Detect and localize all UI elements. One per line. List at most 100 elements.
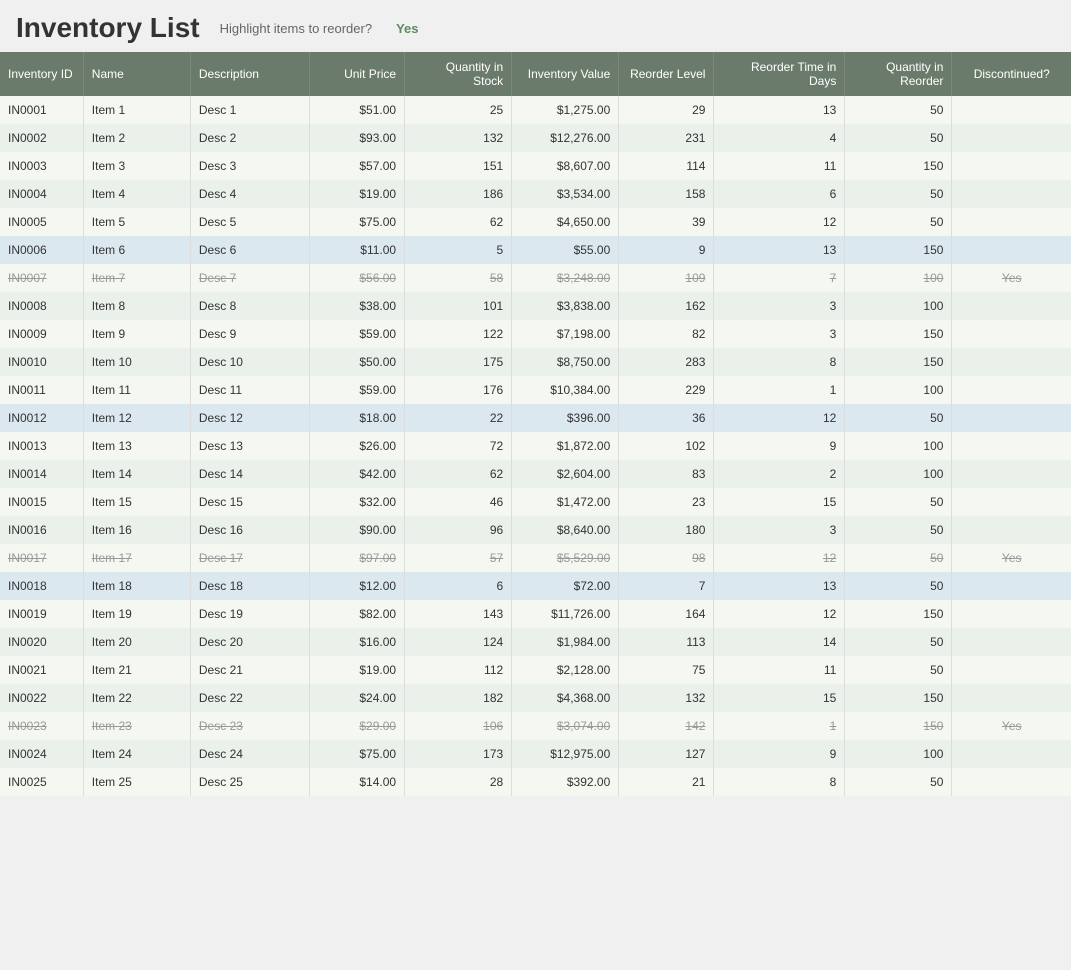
table-cell: $51.00 <box>309 96 404 124</box>
table-row: IN0003Item 3Desc 3$57.00151$8,607.001141… <box>0 152 1071 180</box>
table-cell: Item 20 <box>83 628 190 656</box>
table-cell: Item 1 <box>83 96 190 124</box>
table-cell: Desc 11 <box>190 376 309 404</box>
table-cell: $32.00 <box>309 488 404 516</box>
table-cell: 127 <box>619 740 714 768</box>
table-cell: 22 <box>405 404 512 432</box>
table-cell: Desc 17 <box>190 544 309 572</box>
table-cell: $4,650.00 <box>512 208 619 236</box>
table-cell: 112 <box>405 656 512 684</box>
table-cell: 283 <box>619 348 714 376</box>
table-cell: Item 23 <box>83 712 190 740</box>
table-cell: 100 <box>845 292 952 320</box>
table-cell: IN0024 <box>0 740 83 768</box>
table-cell: $396.00 <box>512 404 619 432</box>
table-cell: $12.00 <box>309 572 404 600</box>
table-cell: 50 <box>845 516 952 544</box>
table-row: IN0010Item 10Desc 10$50.00175$8,750.0028… <box>0 348 1071 376</box>
table-cell: Item 6 <box>83 236 190 264</box>
table-cell: IN0012 <box>0 404 83 432</box>
table-cell: 14 <box>714 628 845 656</box>
table-cell: IN0020 <box>0 628 83 656</box>
table-cell: 98 <box>619 544 714 572</box>
table-cell <box>952 740 1071 768</box>
table-cell: IN0017 <box>0 544 83 572</box>
table-container: Inventory ID Name Description Unit Price… <box>0 52 1071 796</box>
table-cell: IN0003 <box>0 152 83 180</box>
table-cell: IN0019 <box>0 600 83 628</box>
table-cell: $50.00 <box>309 348 404 376</box>
table-cell: Item 2 <box>83 124 190 152</box>
table-cell: 3 <box>714 516 845 544</box>
table-cell: Yes <box>952 264 1071 292</box>
table-cell: Desc 4 <box>190 180 309 208</box>
table-cell: Desc 10 <box>190 348 309 376</box>
table-cell: 102 <box>619 432 714 460</box>
table-cell <box>952 768 1071 796</box>
table-cell: $7,198.00 <box>512 320 619 348</box>
table-row: IN0004Item 4Desc 4$19.00186$3,534.001586… <box>0 180 1071 208</box>
table-cell: 23 <box>619 488 714 516</box>
inventory-table: Inventory ID Name Description Unit Price… <box>0 52 1071 796</box>
table-cell: Desc 19 <box>190 600 309 628</box>
table-cell: Item 19 <box>83 600 190 628</box>
table-cell <box>952 572 1071 600</box>
table-cell: 6 <box>714 180 845 208</box>
table-cell: 9 <box>619 236 714 264</box>
table-cell: 50 <box>845 572 952 600</box>
table-cell: 3 <box>714 320 845 348</box>
table-cell: $8,607.00 <box>512 152 619 180</box>
table-cell: Item 11 <box>83 376 190 404</box>
table-cell: 100 <box>845 264 952 292</box>
table-row: IN0006Item 6Desc 6$11.005$55.00913150 <box>0 236 1071 264</box>
table-cell: 50 <box>845 656 952 684</box>
table-cell: Item 18 <box>83 572 190 600</box>
table-cell: $42.00 <box>309 460 404 488</box>
col-header-reorder-level: Reorder Level <box>619 52 714 96</box>
table-cell: $3,248.00 <box>512 264 619 292</box>
table-cell: 182 <box>405 684 512 712</box>
table-cell: Desc 16 <box>190 516 309 544</box>
table-cell: $19.00 <box>309 180 404 208</box>
table-cell: Item 15 <box>83 488 190 516</box>
table-cell: 62 <box>405 460 512 488</box>
table-cell: 72 <box>405 432 512 460</box>
table-cell: 46 <box>405 488 512 516</box>
col-header-name: Name <box>83 52 190 96</box>
table-cell: $19.00 <box>309 656 404 684</box>
table-cell: Desc 21 <box>190 656 309 684</box>
table-cell: Yes <box>952 544 1071 572</box>
table-cell: 164 <box>619 600 714 628</box>
page: Inventory List Highlight items to reorde… <box>0 0 1071 970</box>
table-cell: IN0004 <box>0 180 83 208</box>
table-cell <box>952 292 1071 320</box>
table-cell: 132 <box>619 684 714 712</box>
table-cell: 2 <box>714 460 845 488</box>
table-cell <box>952 208 1071 236</box>
table-cell: 50 <box>845 544 952 572</box>
table-cell: 8 <box>714 348 845 376</box>
table-cell <box>952 488 1071 516</box>
table-cell: $12,975.00 <box>512 740 619 768</box>
table-row: IN0019Item 19Desc 19$82.00143$11,726.001… <box>0 600 1071 628</box>
table-cell: Item 16 <box>83 516 190 544</box>
table-cell: Item 10 <box>83 348 190 376</box>
table-cell: 39 <box>619 208 714 236</box>
table-cell: Item 3 <box>83 152 190 180</box>
table-cell: Desc 25 <box>190 768 309 796</box>
table-cell: 57 <box>405 544 512 572</box>
table-cell: $59.00 <box>309 376 404 404</box>
table-cell: 162 <box>619 292 714 320</box>
table-row: IN0005Item 5Desc 5$75.0062$4,650.0039125… <box>0 208 1071 236</box>
table-cell <box>952 376 1071 404</box>
table-cell: Item 14 <box>83 460 190 488</box>
table-cell: $1,872.00 <box>512 432 619 460</box>
highlight-value: Yes <box>396 21 418 36</box>
table-cell: 143 <box>405 600 512 628</box>
table-cell: IN0006 <box>0 236 83 264</box>
table-cell: $12,276.00 <box>512 124 619 152</box>
table-cell: 100 <box>845 740 952 768</box>
table-cell: $38.00 <box>309 292 404 320</box>
table-row: IN0008Item 8Desc 8$38.00101$3,838.001623… <box>0 292 1071 320</box>
table-cell: $56.00 <box>309 264 404 292</box>
